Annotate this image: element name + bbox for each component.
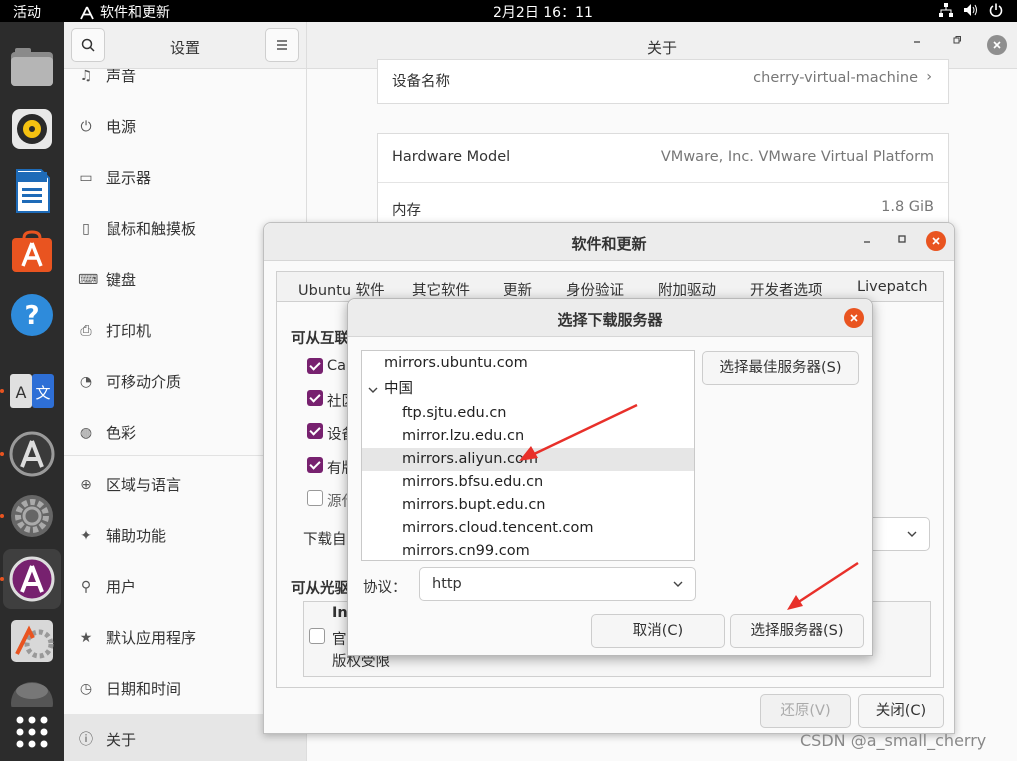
annotation-overlay: [519, 403, 859, 610]
arrow-to-aliyun: [519, 403, 638, 461]
arrow-to-choose-server: [787, 561, 859, 610]
watermark: CSDN @a_small_cherry: [800, 731, 987, 750]
